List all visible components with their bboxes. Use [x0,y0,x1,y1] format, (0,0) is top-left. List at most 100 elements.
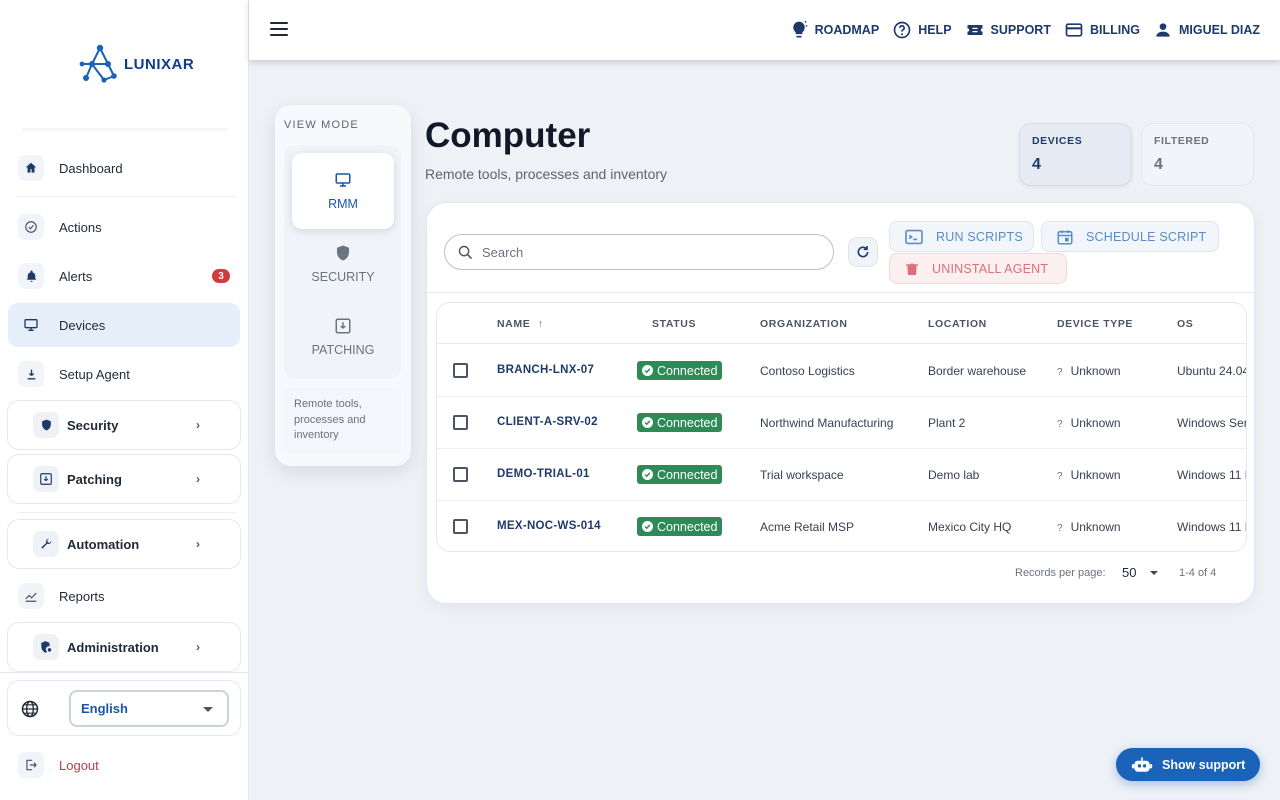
column-header-organization[interactable]: ORGANIZATION [760,318,848,330]
view-mode-label: PATCHING [311,343,375,357]
table-row[interactable]: DEMO-TRIAL-01 Connected Trial workspace … [437,449,1246,501]
divider [427,292,1256,293]
column-header-status[interactable]: STATUS [652,318,696,330]
row-checkbox[interactable] [453,519,468,534]
sidebar-item-alerts[interactable]: Alerts 3 [8,254,240,298]
device-type-label: Unknown [1070,468,1121,482]
terminal-icon [905,229,923,244]
check-icon [642,365,653,376]
view-mode-rmm[interactable]: RMM [292,153,394,229]
sidebar-item-actions[interactable]: Actions [8,205,240,249]
row-checkbox[interactable] [453,467,468,482]
chevron-right-icon: › [196,472,200,486]
user-menu[interactable]: MIGUEL DIAZ [1153,20,1260,40]
schedule-script-label: SCHEDULE SCRIPT [1086,229,1207,244]
schedule-script-button[interactable]: SCHEDULE SCRIPT [1041,221,1219,252]
logout-button[interactable]: Logout [8,743,240,787]
devices-card: RUN SCRIPTS SCHEDULE SCRIPT UNINSTALL AG… [426,202,1256,604]
sidebar-item-dashboard[interactable]: Dashboard [8,146,240,190]
table-header: NAME ↑ STATUS ORGANIZATION LOCATION DEVI… [437,303,1246,344]
topbar: ROADMAP HELP SUPPORT BILLING MIGUEL DIAZ [249,0,1280,60]
column-header-name[interactable]: NAME ↑ [497,318,544,330]
column-header-device-type[interactable]: DEVICE TYPE [1057,318,1133,330]
location-cell: Plant 2 [928,416,966,430]
help-circle-icon: ? [1057,523,1063,534]
device-name-link[interactable]: DEMO-TRIAL-01 [497,468,590,480]
language-select[interactable]: English [69,690,229,727]
sidebar-group-security[interactable]: Security › [7,400,241,450]
support-link[interactable]: SUPPORT [965,20,1051,40]
row-checkbox[interactable] [453,363,468,378]
uninstall-agent-button[interactable]: UNINSTALL AGENT [889,253,1067,284]
shield-icon [337,245,349,261]
view-mode-security[interactable]: SECURITY [292,226,394,302]
view-mode-patching[interactable]: PATCHING [292,299,394,375]
table-row[interactable]: MEX-NOC-WS-014 Connected Acme Retail MSP… [437,501,1246,551]
status-badge: Connected [637,517,723,536]
sidebar-group-label: Security [67,417,119,433]
billing-label: BILLING [1089,23,1140,37]
os-cell: Ubuntu 24.04 [1177,364,1247,378]
help-circle-icon: ? [1057,419,1063,430]
device-name-link[interactable]: BRANCH-LNX-07 [497,364,594,376]
admin-shield-icon [33,634,59,660]
refresh-icon [857,246,869,258]
search-input[interactable] [482,244,812,260]
devices-stat-card[interactable]: DEVICES 4 [1019,123,1132,186]
os-cell: Windows Server [1177,416,1247,430]
table-row[interactable]: BRANCH-LNX-07 Connected Contoso Logistic… [437,345,1247,397]
sidebar-item-label: Setup Agent [59,366,130,382]
show-support-button[interactable]: Show support [1116,748,1260,781]
sidebar-item-setup-agent[interactable]: Setup Agent [8,352,240,396]
refresh-button[interactable] [848,237,878,267]
stat-value: 4 [1032,156,1041,173]
column-header-location[interactable]: LOCATION [928,318,987,330]
divider [0,672,249,673]
roadmap-link[interactable]: ROADMAP [789,20,880,40]
organization-cell: Trial workspace [760,468,844,482]
uninstall-agent-label: UNINSTALL AGENT [932,261,1049,276]
caret-down-icon[interactable] [1150,571,1158,575]
ticket-icon [967,25,983,35]
run-scripts-button[interactable]: RUN SCRIPTS [889,221,1034,252]
organization-cell: Acme Retail MSP [760,520,855,534]
sidebar-group-administration[interactable]: Administration › [7,622,241,672]
sidebar-item-label: Actions [59,219,102,235]
logo-icon [79,44,117,83]
table-footer: Records per page: 50 1-4 of 4 [436,552,1247,596]
sort-asc-icon: ↑ [537,318,544,330]
roadmap-label: ROADMAP [814,23,880,37]
status-badge: Connected [637,413,723,432]
device-type-label: Unknown [1070,364,1121,378]
help-link[interactable]: HELP [892,20,952,40]
check-circle-icon [18,214,44,240]
column-header-os[interactable]: OS [1177,318,1193,330]
billing-link[interactable]: BILLING [1064,20,1140,40]
device-type-cell: ? Unknown [1057,364,1121,378]
search-box[interactable] [444,234,834,270]
sidebar-group-patching[interactable]: Patching › [7,454,241,504]
table-row[interactable]: CLIENT-A-SRV-02 Connected Northwind Manu… [437,397,1247,449]
show-support-label: Show support [1162,757,1246,772]
chevron-right-icon: › [196,418,200,432]
credit-card-icon [1065,23,1083,37]
row-checkbox[interactable] [453,415,468,430]
help-label: HELP [918,23,952,37]
sidebar-item-reports[interactable]: Reports [8,574,240,618]
menu-icon[interactable] [270,22,288,36]
device-name-link[interactable]: MEX-NOC-WS-014 [497,520,601,532]
sidebar-group-automation[interactable]: Automation › [7,519,241,569]
sidebar-item-devices[interactable]: Devices [8,303,240,347]
device-name-link[interactable]: CLIENT-A-SRV-02 [497,416,598,428]
monitor-icon [18,312,44,338]
logout-label: Logout [59,757,99,773]
records-per-page-select[interactable]: 50 [1122,565,1136,580]
user-name: MIGUEL DIAZ [1178,23,1260,37]
sidebar-item-label: Devices [59,317,106,333]
language-value: English [81,701,128,716]
filtered-stat-card[interactable]: FILTERED 4 [1141,123,1254,186]
top-links: ROADMAP HELP SUPPORT BILLING MIGUEL DIAZ [776,0,1260,60]
page-subtitle: Remote tools, processes and inventory [425,166,668,182]
logo[interactable]: LUNIXAR [78,42,194,86]
home-icon [18,155,44,181]
